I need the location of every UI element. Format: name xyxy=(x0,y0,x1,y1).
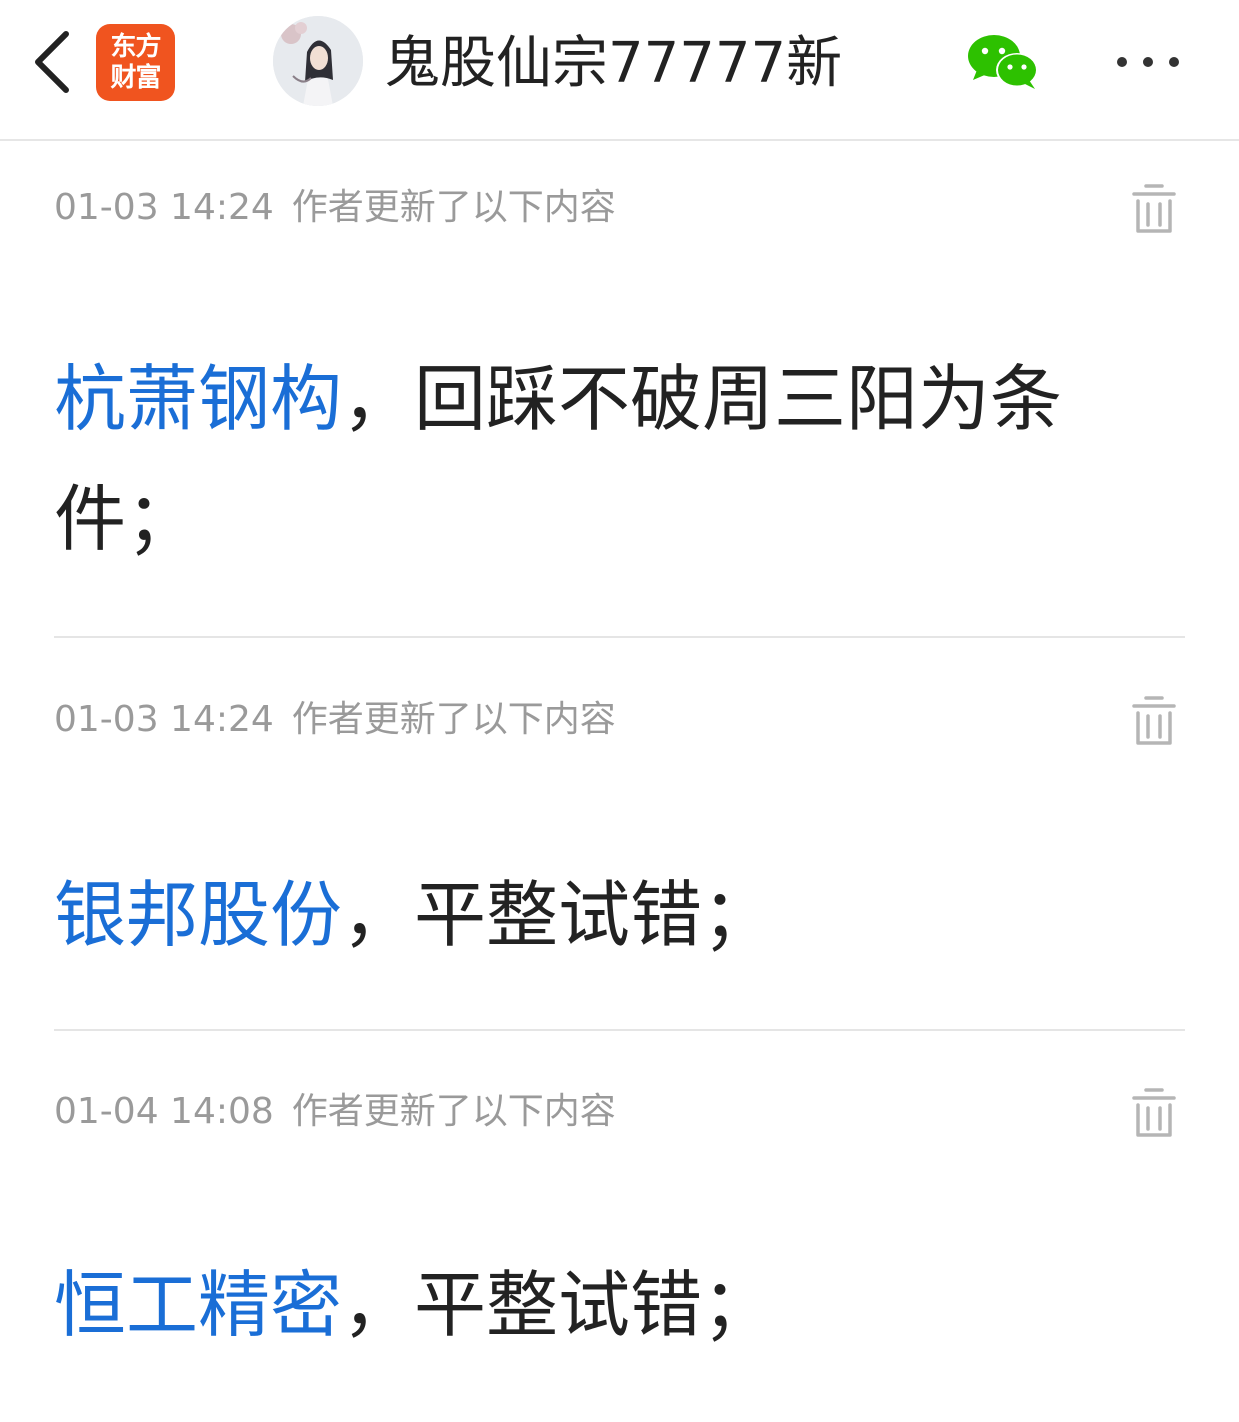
entry-timestamp: 01-03 14:24 xyxy=(54,187,274,228)
stock-link[interactable]: 恒工精密 xyxy=(54,1263,342,1347)
entry-timestamp: 01-04 14:08 xyxy=(54,1091,274,1132)
entry-meta: 01-03 14:24 作者更新了以下内容 xyxy=(54,183,616,233)
stock-link[interactable]: 杭萧钢构 xyxy=(54,357,342,441)
logo-text-line2: 财富 xyxy=(110,62,161,93)
logo-text-line1: 东方 xyxy=(110,31,161,62)
entry-content: 杭萧钢构，回踩不破周三阳为条件； xyxy=(54,339,1124,579)
delete-button[interactable] xyxy=(1131,183,1177,235)
entry-text: ，平整试错； xyxy=(342,873,775,957)
wechat-share-button[interactable] xyxy=(965,32,1043,92)
avatar-image xyxy=(273,16,363,106)
trash-icon xyxy=(1132,1088,1176,1137)
entry-content: 银邦股份，平整试错； xyxy=(54,855,1124,975)
author-avatar[interactable] xyxy=(273,16,363,106)
entry-meta-label: 作者更新了以下内容 xyxy=(291,1091,616,1132)
entry-content: 恒工精密，平整试错； xyxy=(54,1245,1124,1365)
delete-button[interactable] xyxy=(1131,1087,1177,1139)
stock-link[interactable]: 银邦股份 xyxy=(54,873,342,957)
entry-meta: 01-03 14:24 作者更新了以下内容 xyxy=(54,695,616,745)
entry-text: ，平整试错； xyxy=(342,1263,775,1347)
divider xyxy=(54,636,1185,638)
back-button[interactable] xyxy=(24,24,80,100)
trash-icon xyxy=(1132,696,1176,745)
top-nav-bar: 东方 财富 鬼股仙宗77777新 xyxy=(0,0,1239,141)
wechat-icon xyxy=(968,35,1038,89)
entry-meta-label: 作者更新了以下内容 xyxy=(291,187,616,228)
more-options-button[interactable] xyxy=(1110,40,1186,84)
entry-meta: 01-04 14:08 作者更新了以下内容 xyxy=(54,1087,616,1137)
trash-icon xyxy=(1132,184,1176,233)
update-entry: 01-04 14:08 作者更新了以下内容 恒工精密，平整试错； xyxy=(54,1087,1185,1407)
update-entry: 01-03 14:24 作者更新了以下内容 银邦股份，平整试错； xyxy=(54,695,1185,1015)
chevron-left-icon xyxy=(35,31,69,93)
app-logo: 东方 财富 xyxy=(96,24,175,101)
more-dots-icon xyxy=(1117,57,1179,67)
divider xyxy=(54,1029,1185,1031)
entry-meta-label: 作者更新了以下内容 xyxy=(291,699,616,740)
update-entry: 01-03 14:24 作者更新了以下内容 杭萧钢构，回踩不破周三阳为条件； xyxy=(54,183,1185,623)
delete-button[interactable] xyxy=(1131,695,1177,747)
account-title: 鬼股仙宗77777新 xyxy=(384,31,843,96)
entry-timestamp: 01-03 14:24 xyxy=(54,699,274,740)
